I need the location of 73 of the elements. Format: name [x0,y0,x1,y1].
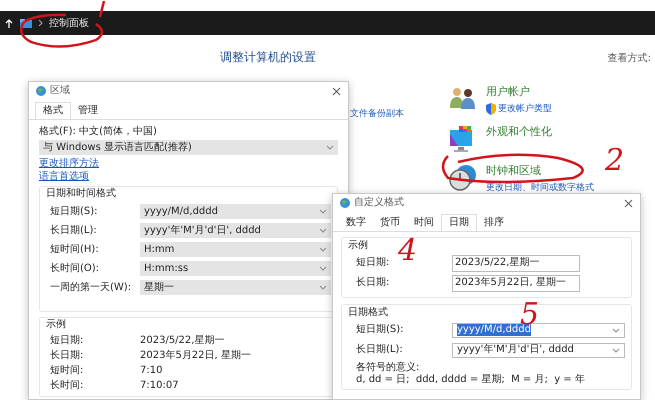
view-by-label: 查看方式: [608,52,651,64]
category-link[interactable]: 外观和个性化 [486,124,552,139]
field-label: 长时间(O): [49,262,100,274]
close-icon[interactable] [623,198,634,208]
field-label: 长时间: [49,380,84,392]
caret-icon [319,208,327,215]
tab[interactable]: 货币 [373,214,407,231]
category-link[interactable]: 用户帐户 [486,84,530,99]
window-title: 区域 [50,85,71,97]
dropdown[interactable]: 与 Windows 显示语言匹配(推荐) [39,140,338,155]
field-label: 短日期: [49,334,84,346]
globe-icon [35,85,47,97]
field-label: 短时间(H): [49,244,100,256]
dropdown[interactable]: yyyy/M/d,dddd [140,204,331,219]
legend-text: d, dd = 日; ddd, dddd = 星期; M = 月; y = 年 [355,374,586,386]
tab[interactable]: 管理 [71,102,105,119]
link-fragment[interactable]: 文件备份副本 [350,107,404,120]
field-label: 长日期: [49,350,84,362]
group-title: 示例 [46,319,66,331]
annotation-stroke [98,0,106,18]
dropdown[interactable]: H:mm [140,242,331,257]
task-link[interactable]: 更改帐户类型 [498,102,552,115]
caret-icon [319,265,327,272]
breadcrumb-link[interactable]: 控制面板 [49,16,89,30]
group-title: 示例 [348,240,368,252]
clock-icon [448,163,478,193]
caret-icon [612,326,620,334]
caret-icon [319,246,327,253]
field-label: 短日期: [355,257,390,269]
field-label: 短日期(S): [49,206,99,218]
chevron-icon [38,19,43,27]
tab[interactable]: 时间 [407,214,441,231]
group-title: 日期和时间格式 [46,188,116,200]
example-value: 7:10 [140,364,162,376]
dropdown[interactable]: 星期一 [140,280,331,295]
text-field[interactable]: 2023/5/22,星期一 [452,254,580,272]
task-link[interactable]: 更改日期、时间或数字格式 [486,181,594,194]
settings-link[interactable]: 更改排序方法 [39,158,99,170]
legend-title: 各符号的意义: [355,362,420,374]
globe-icon [339,197,351,209]
annotation-number: 2 [605,146,624,176]
tab[interactable]: 格式 [35,102,71,119]
up-arrow-icon[interactable] [4,18,14,28]
example-value: 2023年5月22日, 星期一 [140,350,251,362]
caret-icon [612,346,620,354]
tab[interactable]: 日期 [441,214,477,231]
field-label: 长日期(L): [49,224,98,236]
format-label: 格式(F): 中文(简体，中国) [39,126,158,138]
group-title: 日期格式 [348,307,388,319]
text-field[interactable]: 2023年5月22日, 星期一 [452,274,580,292]
dropdown[interactable]: yyyy'年'M'月'd'日', dddd [140,223,331,238]
shield-icon [486,102,496,114]
caret-icon [326,144,334,151]
field-label: 一周的第一天(W): [49,282,132,294]
tab[interactable]: 排序 [477,214,511,231]
page-title: 调整计算机的设置 [220,49,317,66]
annotation-number: 4 [398,236,418,266]
dropdown[interactable]: H:mm:ss [140,261,331,276]
example-value: 2023/5/22,星期一 [140,334,224,346]
field-label: 短日期(S): [355,324,405,336]
window-title: 自定义格式 [354,197,405,209]
field-label: 长日期(L): [355,344,404,356]
settings-link[interactable]: 语言首选项 [39,171,89,183]
caret-icon [319,284,327,291]
dropdown[interactable]: yyyy/M/d,dddd [452,322,625,338]
field-label: 长日期: [355,277,390,289]
category-link[interactable]: 时钟和区域 [486,163,541,178]
example-value: 7:10:07 [140,380,179,392]
dropdown[interactable]: yyyy'年'M'月'd'日', dddd [452,342,625,358]
close-icon[interactable] [331,86,342,96]
tab[interactable]: 数字 [339,214,373,231]
caret-icon [319,227,327,234]
field-label: 短时间: [49,364,84,376]
